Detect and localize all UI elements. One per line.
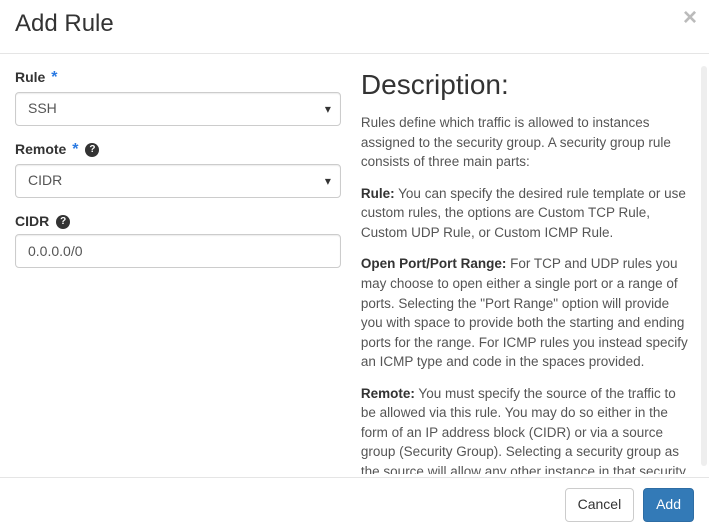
help-icon[interactable]: ?	[85, 143, 99, 157]
cancel-button[interactable]: Cancel	[565, 488, 635, 522]
description-rule: Rule: You can specify the desired rule t…	[361, 184, 688, 243]
rule-label: Rule *	[15, 69, 57, 87]
field-cidr: CIDR ?	[15, 213, 341, 268]
cidr-input[interactable]	[15, 234, 341, 268]
description-heading: Description:	[361, 69, 688, 101]
description-remote: Remote: You must specify the source of t…	[361, 384, 688, 474]
modal-footer: Cancel Add	[0, 477, 709, 532]
form-column: Rule * SSH Remote * ? CIDR	[15, 69, 341, 474]
description-intro: Rules define which traffic is allowed to…	[361, 113, 688, 172]
rule-label-text: Rule	[15, 69, 45, 85]
description-port-text: For TCP and UDP rules you may choose to …	[361, 256, 688, 369]
modal-body: Rule * SSH Remote * ? CIDR	[0, 54, 709, 474]
field-remote: Remote * ? CIDR	[15, 141, 341, 198]
help-icon[interactable]: ?	[56, 215, 70, 229]
remote-select[interactable]: CIDR	[15, 164, 341, 198]
rule-select[interactable]: SSH	[15, 92, 341, 126]
description-port-label: Open Port/Port Range:	[361, 256, 507, 271]
description-port: Open Port/Port Range: For TCP and UDP ru…	[361, 254, 688, 371]
remote-label-text: Remote	[15, 141, 66, 157]
description-rule-label: Rule:	[361, 186, 395, 201]
description-rule-text: You can specify the desired rule templat…	[361, 186, 686, 240]
description-remote-label: Remote:	[361, 386, 415, 401]
scrollbar-track[interactable]	[701, 66, 707, 466]
field-rule: Rule * SSH	[15, 69, 341, 126]
required-asterisk-icon: *	[51, 69, 57, 86]
modal-title: Add Rule	[15, 10, 694, 38]
remote-select-wrap: CIDR	[15, 164, 341, 198]
remote-label: Remote * ?	[15, 141, 99, 159]
modal-header: Add Rule ×	[0, 0, 709, 54]
required-asterisk-icon: *	[72, 141, 78, 158]
close-icon[interactable]: ×	[683, 6, 697, 30]
description-column: Description: Rules define which traffic …	[361, 69, 694, 474]
add-button[interactable]: Add	[643, 488, 694, 522]
cidr-label-text: CIDR	[15, 213, 49, 229]
cidr-label: CIDR ?	[15, 213, 70, 229]
rule-select-wrap: SSH	[15, 92, 341, 126]
